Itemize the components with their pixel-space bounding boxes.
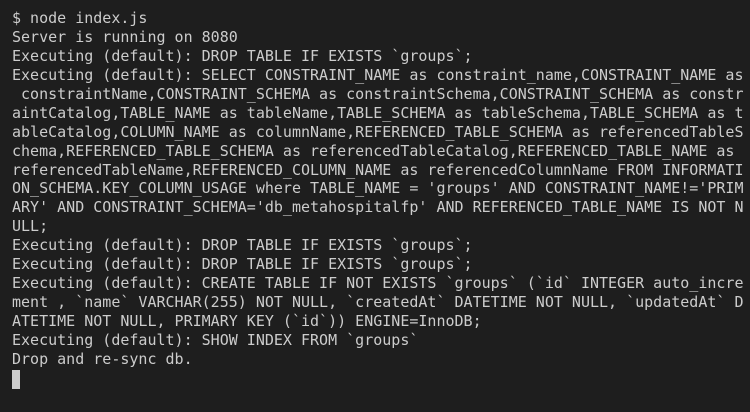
terminal-line: $ node index.js (12, 9, 148, 27)
terminal-line: referencedTableName,REFERENCED_COLUMN_NA… (12, 160, 744, 179)
terminal-line: aintCatalog,TABLE_NAME as tableName,TABL… (12, 103, 744, 122)
terminal-line: Executing (default): SELECT CONSTRAINT_N… (12, 65, 744, 84)
terminal-line: Executing (default): DROP TABLE IF EXIST… (12, 255, 473, 274)
terminal-input-line[interactable] (12, 369, 744, 389)
terminal-line: ON_SCHEMA.KEY_COLUMN_USAGE where TABLE_N… (12, 179, 744, 198)
terminal-line: constraintName,CONSTRAINT_SCHEMA as cons… (12, 84, 744, 103)
terminal-line: Server is running on 8080 (12, 27, 238, 46)
terminal-line: Executing (default): SHOW INDEX FROM `gr… (12, 330, 419, 349)
terminal-output[interactable]: $ node index.js Server is running on 808… (0, 0, 750, 412)
terminal-line: ARY' AND CONSTRAINT_SCHEMA='db_metahospi… (12, 198, 744, 217)
terminal-line: ableCatalog,COLUMN_NAME as columnName,RE… (12, 122, 744, 141)
terminal-line: ment , `name` VARCHAR(255) NOT NULL, `cr… (12, 293, 744, 312)
terminal-line: ULL; (12, 217, 49, 236)
terminal-cursor (12, 369, 20, 389)
terminal-line: Executing (default): CREATE TABLE IF NOT… (12, 274, 744, 293)
terminal-line: Drop and re-sync db. (12, 349, 193, 368)
terminal-line: Executing (default): DROP TABLE IF EXIST… (12, 46, 473, 65)
terminal-line: chema,REFERENCED_TABLE_SCHEMA as referen… (12, 141, 735, 160)
terminal-line: Executing (default): DROP TABLE IF EXIST… (12, 236, 473, 255)
terminal-line: ATETIME NOT NULL, PRIMARY KEY (`id`)) EN… (12, 312, 482, 330)
